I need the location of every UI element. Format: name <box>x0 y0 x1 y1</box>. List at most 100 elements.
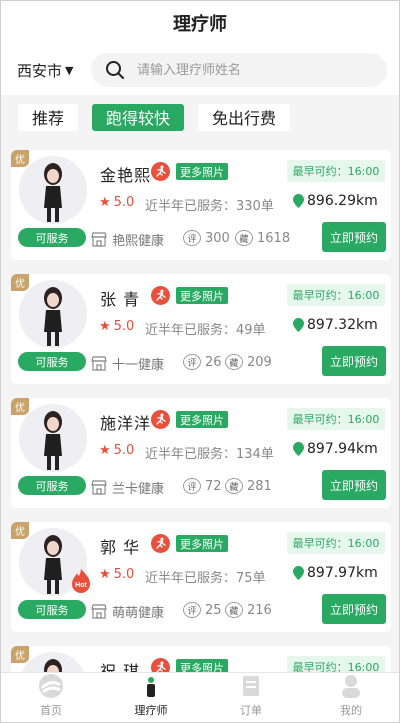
reviews: 评 26 <box>183 354 222 370</box>
tab-fastest[interactable]: 跑得较快 <box>92 103 185 131</box>
favorite-count: 1618 <box>257 230 291 246</box>
distance-value: 897.94km <box>307 441 378 457</box>
avatar[interactable] <box>19 280 87 348</box>
book-now-button[interactable]: 立即预约 <box>322 594 386 624</box>
avatar[interactable] <box>19 156 87 224</box>
nav-therapist-label: 理疗师 <box>134 704 168 717</box>
rating: ★ 5.0 <box>99 319 134 334</box>
shop: 艳熙健康 <box>91 230 164 249</box>
bottom-nav: 首页 理疗师 订单 我的 <box>1 672 399 722</box>
search-input[interactable] <box>137 62 317 78</box>
favorite-icon: 藏 <box>225 602 243 618</box>
shop-name: 十一健康 <box>112 358 165 373</box>
more-photos-button[interactable]: 更多照片 <box>176 163 228 180</box>
therapist-photo <box>19 404 87 472</box>
favorite-count: 209 <box>247 354 272 370</box>
therapist-card[interactable]: 优 可服务 施洋洋 更多照片 最早可约：16:00 ★ 5.0 近半年已服务：1… <box>11 398 391 508</box>
fast-runner-icon <box>151 286 170 305</box>
fast-runner-icon <box>151 534 170 553</box>
earliest-time: 最早可约：16:00 <box>287 284 385 306</box>
page-title: 理疗师 <box>1 1 399 45</box>
book-now-button[interactable]: 立即预约 <box>322 470 386 500</box>
rating: ★ 5.0 <box>99 443 134 458</box>
order-icon <box>243 676 259 696</box>
reviews: 评 72 <box>183 478 222 494</box>
nav-profile[interactable]: 我的 <box>301 673 399 722</box>
location-pin-icon <box>293 566 304 580</box>
therapist-card[interactable]: 优 可服务 张 青 更多照片 最早可约：16:00 ★ 5.0 近半年已服务：4… <box>11 274 391 384</box>
filter-tabs: 推荐 跑得较快 免出行费 <box>1 95 399 139</box>
favorites: 藏 281 <box>225 478 272 494</box>
distance: 897.32km <box>293 317 378 333</box>
served-count: 近半年已服务：134单 <box>145 447 274 462</box>
nav-therapist[interactable]: 理疗师 <box>101 673 201 722</box>
premium-badge: 优 <box>11 398 29 415</box>
shop-name: 兰卡健康 <box>112 482 165 497</box>
availability-badge: 可服务 <box>18 476 86 495</box>
served-count: 近半年已服务：75单 <box>145 571 266 586</box>
favorite-icon: 藏 <box>235 230 253 246</box>
star-icon: ★ <box>99 443 111 458</box>
book-now-button[interactable]: 立即预约 <box>322 346 386 376</box>
review-count: 300 <box>205 230 230 246</box>
favorites: 藏 209 <box>225 354 272 370</box>
favorites: 藏 216 <box>225 602 272 618</box>
caret-down-icon: ▼ <box>65 63 74 77</box>
availability-badge: 可服务 <box>18 352 86 371</box>
shop: 兰卡健康 <box>91 478 164 497</box>
premium-badge: 优 <box>11 150 29 167</box>
availability-badge: 可服务 <box>18 228 86 247</box>
review-icon: 评 <box>183 478 201 494</box>
search-icon <box>106 61 124 79</box>
favorite-icon: 藏 <box>225 354 243 370</box>
rating-value: 5.0 <box>113 567 135 582</box>
city-selector[interactable]: 西安市 ▼ <box>17 60 87 81</box>
book-now-button[interactable]: 立即预约 <box>322 222 386 252</box>
therapist-card[interactable]: 优 Hot 可服务 郭 华 更多照片 最早可约：16:00 ★ 5.0 近半年已… <box>11 522 391 632</box>
more-photos-button[interactable]: 更多照片 <box>176 287 228 304</box>
shop-icon <box>91 604 107 619</box>
review-icon: 评 <box>183 230 201 246</box>
star-icon: ★ <box>99 567 111 582</box>
tab-no-travel-fee[interactable]: 免出行费 <box>198 103 291 131</box>
app-frame: 理疗师 西安市 ▼ 推荐 跑得较快 免出行费 优 <box>0 0 400 723</box>
nav-orders[interactable]: 订单 <box>201 673 301 722</box>
shop-icon <box>91 356 107 371</box>
therapist-photo <box>19 156 87 224</box>
location-pin-icon <box>293 318 304 332</box>
distance-value: 897.97km <box>307 565 378 581</box>
premium-badge: 优 <box>11 274 29 291</box>
hot-flame-icon: Hot <box>72 569 90 593</box>
nav-home[interactable]: 首页 <box>1 673 101 722</box>
therapist-card[interactable]: 优 可服务 金艳熙 更多照片 最早可约：16:00 ★ 5.0 近半年已服务：3… <box>11 150 391 260</box>
therapist-name: 施洋洋 <box>100 414 152 433</box>
therapist-icon <box>140 675 162 697</box>
home-icon <box>39 674 63 698</box>
rating-value: 5.0 <box>113 195 135 210</box>
rating-value: 5.0 <box>113 319 135 334</box>
therapist-name: 张 青 <box>100 290 141 309</box>
more-photos-button[interactable]: 更多照片 <box>176 411 228 428</box>
tab-recommended[interactable]: 推荐 <box>18 103 79 131</box>
earliest-time: 最早可约：16:00 <box>287 408 385 430</box>
star-icon: ★ <box>99 195 111 210</box>
earliest-time: 最早可约：16:00 <box>287 532 385 554</box>
shop: 十一健康 <box>91 354 164 373</box>
distance-value: 896.29km <box>307 193 378 209</box>
earliest-time: 最早可约：16:00 <box>287 160 385 182</box>
favorite-count: 281 <box>247 478 272 494</box>
more-photos-button[interactable]: 更多照片 <box>176 535 228 552</box>
location-pin-icon <box>293 194 304 208</box>
rating-value: 5.0 <box>113 443 135 458</box>
favorite-count: 216 <box>247 602 272 618</box>
reviews: 评 300 <box>183 230 230 246</box>
distance: 896.29km <box>293 193 378 209</box>
search-box[interactable] <box>91 53 387 87</box>
star-icon: ★ <box>99 319 111 334</box>
distance: 897.97km <box>293 565 378 581</box>
avatar[interactable] <box>19 404 87 472</box>
shop: 萌萌健康 <box>91 602 164 621</box>
served-count: 近半年已服务：49单 <box>145 323 266 338</box>
nav-orders-label: 订单 <box>240 704 262 717</box>
nav-home-label: 首页 <box>40 704 62 717</box>
